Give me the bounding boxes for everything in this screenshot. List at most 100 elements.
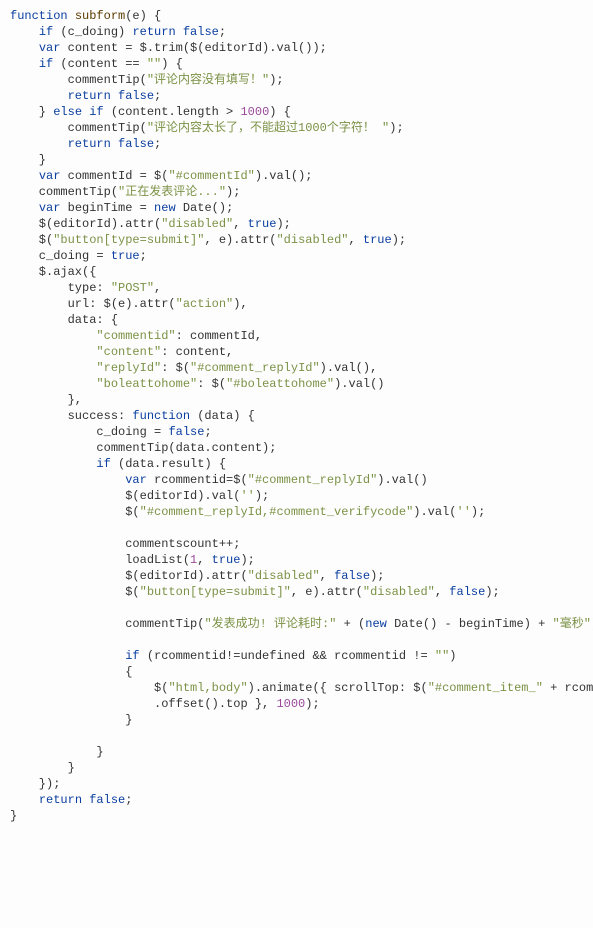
code-token: return: [68, 137, 111, 151]
code-token: if: [125, 649, 139, 663]
code-token: $(: [10, 233, 53, 247]
code-token: loadList(: [10, 553, 190, 567]
code-token: }: [10, 745, 104, 759]
code-token: "#boleattohome": [226, 377, 334, 391]
code-token: $(editorId).attr(: [10, 569, 248, 583]
code-token: );: [389, 121, 403, 135]
code-token: url: $(e).attr(: [10, 297, 176, 311]
code-token: }: [10, 809, 17, 823]
code-token: "发表成功! 评论耗时:": [204, 617, 336, 631]
code-token: );: [226, 185, 240, 199]
code-token: });: [10, 777, 60, 791]
code-token: [10, 361, 96, 375]
code-token: ).val(),: [320, 361, 378, 375]
code-token: (data) {: [190, 409, 255, 423]
code-token: }: [10, 153, 46, 167]
code-token: $(editorId).val(: [10, 489, 240, 503]
code-token: : $(: [197, 377, 226, 391]
code-token: [10, 89, 68, 103]
code-token: (data.result) {: [111, 457, 226, 471]
code-token: [10, 201, 39, 215]
code-token: "正在发表评论...": [118, 185, 226, 199]
code-token: false: [118, 137, 154, 151]
code-token: function: [10, 9, 68, 23]
code-token: $(editorId).attr(: [10, 217, 161, 231]
code-token: : content,: [161, 345, 233, 359]
code-token: "boleattohome": [96, 377, 197, 391]
code-token: Date() - beginTime) +: [387, 617, 553, 631]
code-token: '': [240, 489, 254, 503]
code-token: }: [10, 105, 53, 119]
code-token: : $(: [161, 361, 190, 375]
code-token: var: [39, 201, 61, 215]
code-token: ;: [219, 25, 226, 39]
code-token: }: [10, 713, 132, 727]
code-token: new: [154, 201, 176, 215]
code-token: return: [68, 89, 111, 103]
code-token: false: [89, 793, 125, 807]
code-token: [10, 329, 96, 343]
code-token: "disabled": [248, 569, 320, 583]
code-token: true: [363, 233, 392, 247]
code-token: var: [39, 41, 61, 55]
code-token: ,: [348, 233, 362, 247]
code-token: function: [132, 409, 190, 423]
code-token: ) {: [269, 105, 291, 119]
code-token: ;: [125, 793, 132, 807]
code-token: "action": [176, 297, 234, 311]
code-block: function subform(e) { if (c_doing) retur…: [0, 0, 593, 928]
code-token: "评论内容太长了，不能超过1000个字符！ ": [147, 121, 389, 135]
code-token: type:: [10, 281, 111, 295]
code-token: [10, 25, 39, 39]
code-token: "button[type=submit]": [53, 233, 204, 247]
code-token: else: [53, 105, 82, 119]
code-token: );: [240, 553, 254, 567]
code-token: ;: [204, 425, 211, 439]
code-token: false: [168, 425, 204, 439]
code-token: },: [10, 393, 82, 407]
code-token: [10, 345, 96, 359]
code-token: content = $.trim($(editorId).val());: [60, 41, 326, 55]
code-token: ).val();: [255, 169, 313, 183]
code-token: ,: [435, 585, 449, 599]
code-token: ,: [197, 553, 211, 567]
code-token: $(: [10, 681, 168, 695]
code-token: if: [96, 457, 110, 471]
code-token: + (: [336, 617, 365, 631]
code-token: $(: [10, 585, 140, 599]
code-token: Date();: [176, 201, 234, 215]
code-token: false: [118, 89, 154, 103]
code-token: [111, 89, 118, 103]
code-token: [68, 9, 75, 23]
code-token: ,: [320, 569, 334, 583]
code-token: );: [305, 697, 319, 711]
code-token: ): [449, 649, 456, 663]
code-token: ).animate({ scrollTop: $(: [248, 681, 428, 695]
code-token: "disabled": [276, 233, 348, 247]
code-token: if: [89, 105, 103, 119]
code-token: "#comment_replyId": [190, 361, 320, 375]
code-token: [10, 41, 39, 55]
code-token: [10, 457, 96, 471]
code-token: );: [485, 585, 499, 599]
code-token: ) {: [161, 57, 183, 71]
code-token: );: [370, 569, 384, 583]
code-token: 1000: [240, 105, 269, 119]
code-token: ;: [154, 137, 161, 151]
code-token: );: [255, 489, 269, 503]
code-token: "评论内容没有填写！": [147, 73, 269, 87]
code-token: "html,body": [168, 681, 247, 695]
code-token: );: [392, 233, 406, 247]
code-token: [10, 377, 96, 391]
code-token: [10, 169, 39, 183]
code-token: (content.length >: [104, 105, 241, 119]
code-token: (content ==: [53, 57, 147, 71]
code-token: "button[type=submit]": [140, 585, 291, 599]
code-token: [176, 25, 183, 39]
code-token: commentId = $(: [60, 169, 168, 183]
code-token: );: [471, 505, 485, 519]
code-token: commentTip(data.content);: [10, 441, 276, 455]
code-token: var: [39, 169, 61, 183]
code-token: subform: [75, 9, 125, 23]
code-token: ),: [233, 297, 247, 311]
